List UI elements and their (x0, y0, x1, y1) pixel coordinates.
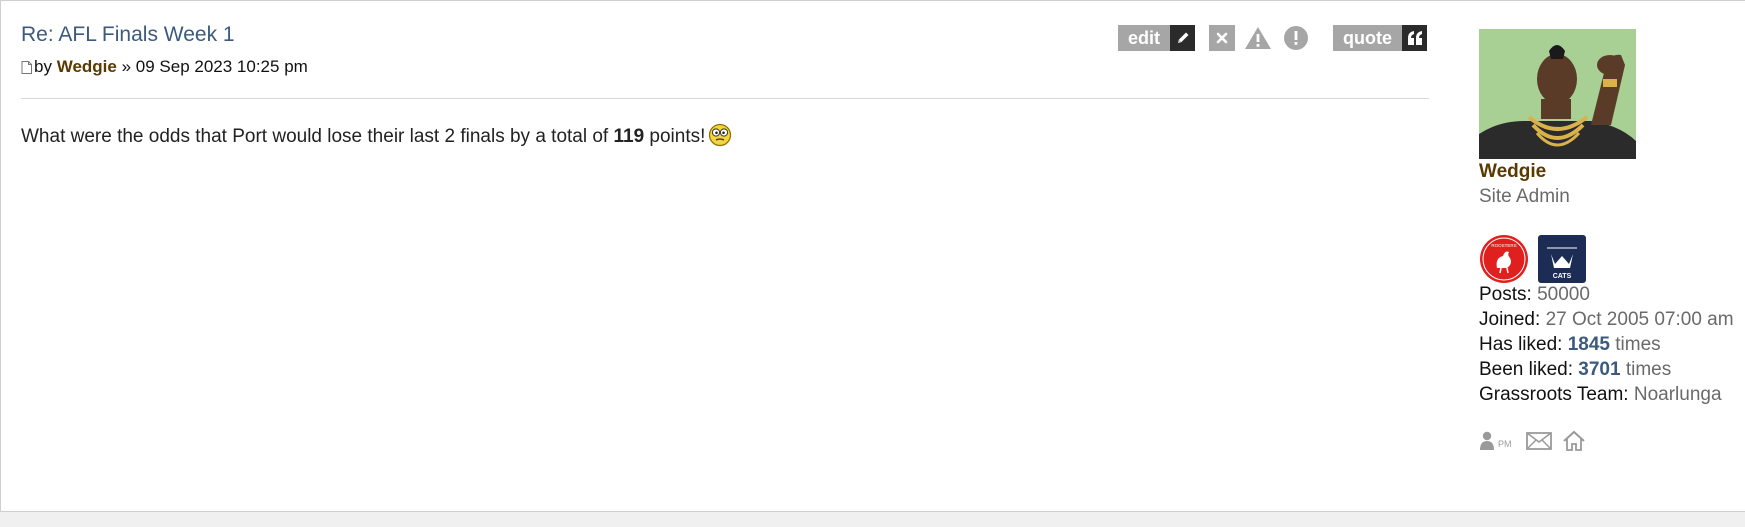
grassroots-team-row: Grassroots Team: Noarlunga (1479, 384, 1722, 406)
email-button[interactable] (1524, 429, 1554, 453)
been-liked-label: Been liked: (1479, 359, 1574, 380)
roosters-badge: ROOSTERS (1480, 235, 1528, 283)
edit-button[interactable]: edit (1118, 25, 1196, 51)
post-content: What were the odds that Port would lose … (21, 123, 732, 148)
joined-row: Joined: 27 Oct 2005 07:00 am (1479, 309, 1734, 331)
pm-icon: PM (1480, 431, 1512, 450)
profile-rank: Site Admin (1479, 186, 1570, 207)
quote-icon (1402, 25, 1427, 51)
joined-label: Joined: (1479, 309, 1541, 330)
has-liked-suffix: times (1615, 334, 1661, 355)
warning-icon (1245, 27, 1271, 49)
been-liked-suffix: times (1625, 359, 1672, 380)
been-liked-row: Been liked: 3701 times (1479, 359, 1671, 381)
svg-text:PM: PM (1498, 439, 1512, 449)
user-avatar[interactable] (1479, 29, 1636, 159)
pencil-icon (1170, 25, 1196, 51)
been-liked-count-link[interactable]: 3701 (1578, 359, 1620, 380)
shock-smiley-icon (709, 123, 732, 147)
svg-text:ROOSTERS: ROOSTERS (1491, 243, 1516, 248)
separator: » (121, 57, 132, 76)
posts-count-link[interactable]: 50000 (1537, 284, 1590, 305)
post-author-line: by Wedgie » 09 Sep 2023 10:25 pm (21, 57, 308, 77)
svg-text:CATS: CATS (1553, 273, 1572, 280)
content-bold-number: 119 (613, 126, 645, 147)
has-liked-label: Has liked: (1479, 334, 1563, 355)
by-label: by (34, 57, 52, 76)
post-datetime: 09 Sep 2023 10:25 pm (135, 57, 308, 76)
report-button[interactable] (1244, 24, 1272, 52)
email-icon (1526, 432, 1552, 450)
post-title-link[interactable]: Re: AFL Finals Week 1 (21, 23, 235, 47)
close-icon (1216, 32, 1228, 44)
grassroots-team-label: Grassroots Team: (1479, 384, 1629, 405)
home-icon (1563, 430, 1585, 451)
grassroots-team-value: Noarlunga (1633, 384, 1722, 405)
post-icon[interactable] (21, 61, 32, 74)
warn-user-button[interactable] (1282, 24, 1310, 52)
has-liked-row: Has liked: 1845 times (1479, 334, 1661, 356)
quote-button-label: quote (1333, 25, 1402, 51)
joined-value: 27 Oct 2005 07:00 am (1545, 309, 1734, 330)
exclamation-icon (1284, 26, 1308, 50)
divider (21, 98, 1429, 99)
edit-button-label: edit (1118, 25, 1171, 51)
content-text-end: points! (644, 126, 706, 147)
quote-button[interactable]: quote (1333, 25, 1427, 51)
profile-username-link[interactable]: Wedgie (1479, 161, 1546, 183)
website-button[interactable] (1561, 429, 1587, 453)
content-text: What were the odds that Port would lose … (21, 126, 614, 147)
cats-badge: CATS (1538, 235, 1586, 283)
posts-label: Posts: (1479, 284, 1532, 305)
delete-button[interactable] (1209, 25, 1235, 51)
has-liked-count-link[interactable]: 1845 (1568, 334, 1610, 355)
pm-button[interactable]: PM (1479, 429, 1519, 453)
author-username-link[interactable]: Wedgie (57, 57, 117, 76)
post-container: Re: AFL Finals Week 1 by Wedgie » 09 Sep… (0, 0, 1745, 512)
posts-row: Posts: 50000 (1479, 284, 1590, 306)
